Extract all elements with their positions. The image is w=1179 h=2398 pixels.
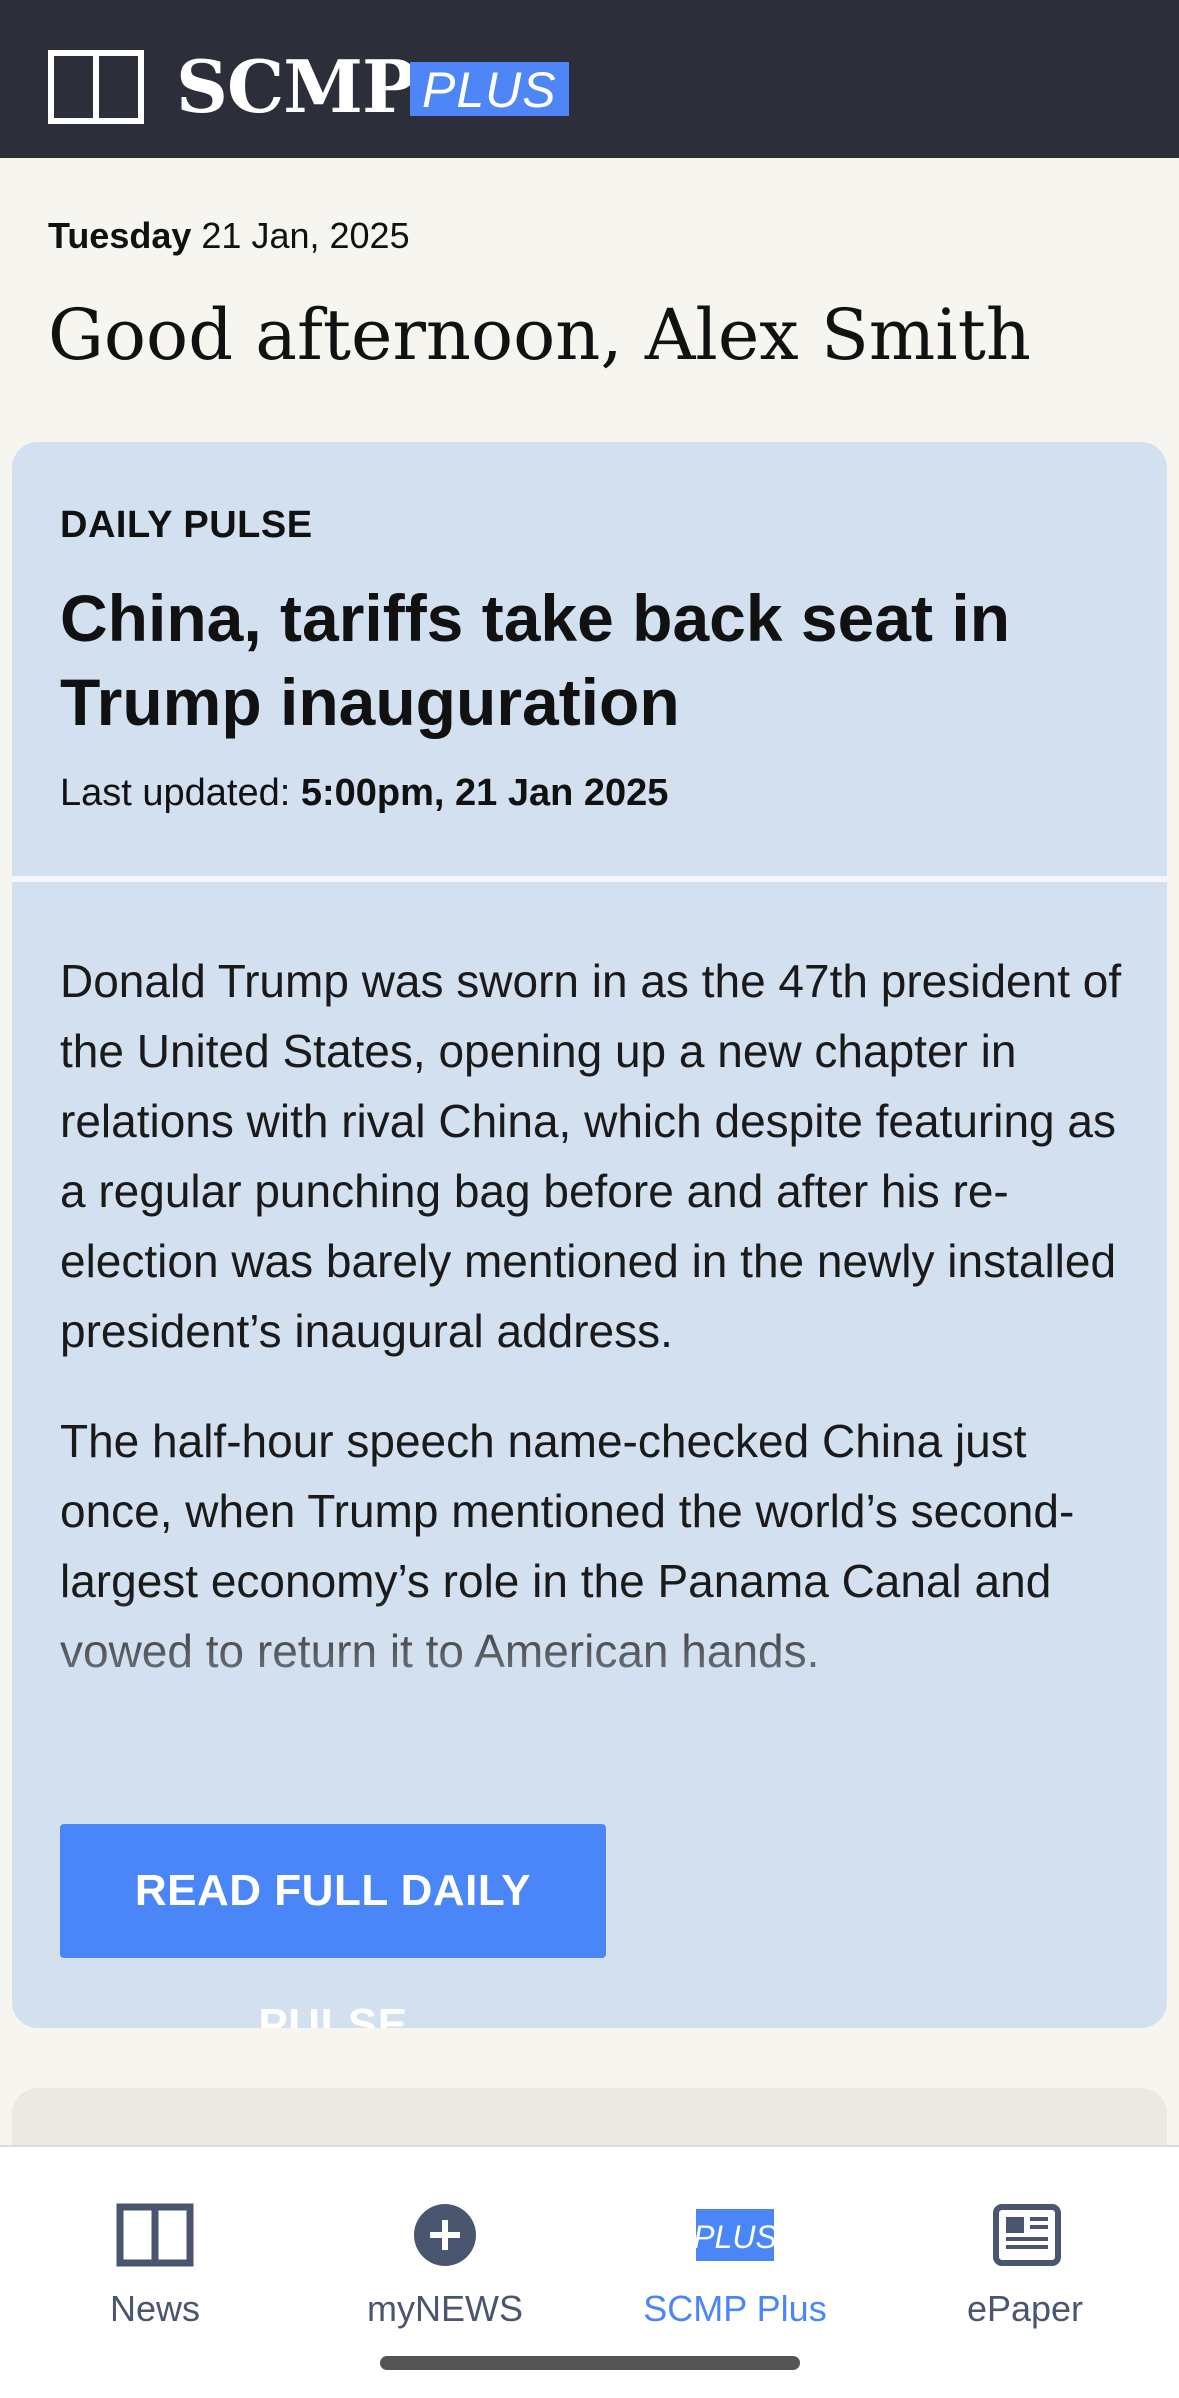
nav-item-mynews[interactable]: myNEWS	[298, 2175, 592, 2329]
nav-label-mynews: myNEWS	[367, 2288, 523, 2329]
nav-item-epaper[interactable]: ePaper	[878, 2175, 1172, 2329]
updated-label: Last updated:	[60, 772, 291, 814]
pulse-headline[interactable]: China, tariffs take back seat in Trump i…	[60, 576, 1120, 744]
app-header: SCMP PLUS	[0, 0, 1179, 158]
text-fade-overlay	[12, 1592, 1167, 1702]
pulse-divider	[12, 876, 1167, 882]
weekday: Tuesday	[48, 215, 192, 256]
nav-label-epaper: ePaper	[966, 2288, 1084, 2329]
read-full-daily-pulse-button[interactable]: READ FULL DAILY PULSE	[60, 1824, 606, 2028]
nav-label-scmp-plus: SCMP Plus	[643, 2288, 827, 2329]
pulse-updated: Last updated: 5:00pm, 21 Jan 2025	[60, 770, 668, 816]
greeting-message: Good afternoon, Alex Smith	[48, 294, 1031, 376]
nav-item-scmp-plus[interactable]: PLUS SCMP Plus	[588, 2175, 882, 2329]
nav-label-news: News	[109, 2288, 201, 2329]
news-book-icon	[116, 2203, 194, 2267]
daily-pulse-card[interactable]: DAILY PULSE China, tariffs take back sea…	[12, 442, 1167, 2028]
nav-item-news[interactable]: News	[8, 2175, 302, 2329]
plus-badge-icon: PLUS	[696, 2209, 774, 2261]
pulse-kicker: DAILY PULSE	[60, 504, 313, 546]
date: 21 Jan, 2025	[201, 215, 410, 256]
scmp-logo-icon[interactable]	[48, 50, 144, 124]
brand-name: SCMP	[176, 44, 416, 129]
date-line: Tuesday 21 Jan, 2025	[48, 214, 410, 258]
updated-timestamp: 5:00pm, 21 Jan 2025	[300, 772, 669, 814]
brand-plus-badge: PLUS	[410, 62, 569, 118]
newspaper-icon	[993, 2204, 1061, 2266]
plus-circle-icon	[414, 2204, 476, 2266]
pulse-paragraph: Donald Trump was sworn in as the 47th pr…	[60, 955, 1122, 1357]
home-indicator[interactable]	[380, 2356, 800, 2370]
plus-badge-text: PLUS	[696, 2219, 774, 2255]
